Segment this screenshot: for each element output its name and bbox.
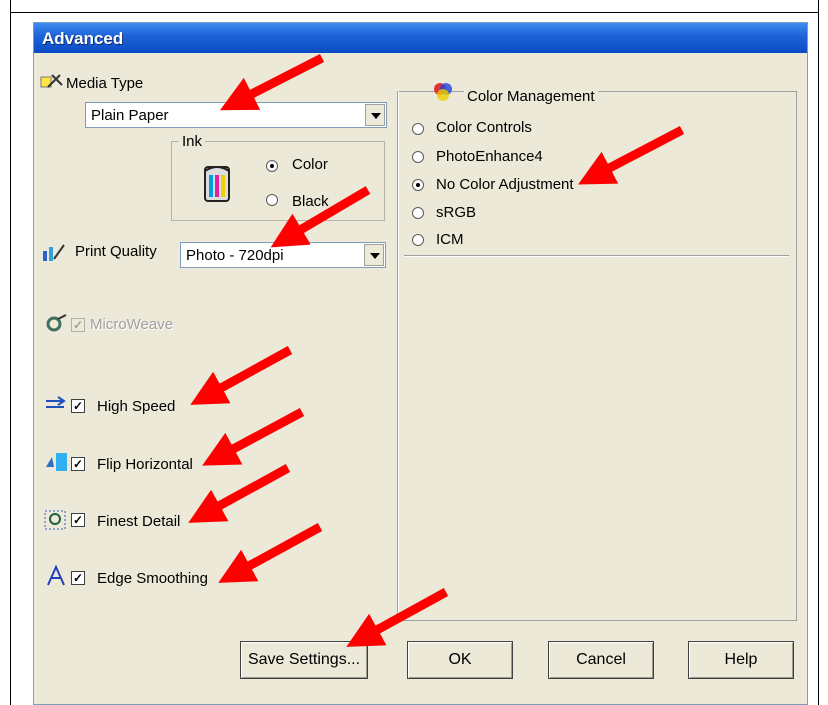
color-management-separator — [404, 255, 789, 257]
finest-detail-label: Finest Detail — [97, 513, 181, 530]
print-quality-value: Photo - 720dpi — [186, 247, 284, 264]
ok-button[interactable]: OK — [407, 641, 513, 679]
finest-detail-checkbox[interactable]: ✓ — [71, 513, 85, 527]
advanced-dialog: Advanced Media Type Plain Paper Ink Colo… — [33, 22, 808, 705]
print-quality-select[interactable]: Photo - 720dpi — [180, 242, 386, 268]
frame-right-border — [818, 0, 819, 705]
srgb-radio[interactable] — [412, 207, 424, 219]
save-settings-button[interactable]: Save Settings... — [240, 641, 368, 679]
icm-label: ICM — [436, 231, 464, 248]
ink-color-label: Color — [292, 156, 328, 173]
flip-horizontal-label: Flip Horizontal — [97, 456, 193, 473]
high-speed-label: High Speed — [97, 398, 176, 415]
edge-smoothing-checkbox[interactable]: ✓ — [71, 571, 85, 585]
dialog-title: Advanced — [42, 29, 124, 48]
photoenhance-radio[interactable] — [412, 151, 424, 163]
color-management-panel — [397, 91, 797, 621]
frame-left-border — [10, 0, 11, 705]
color-controls-radio[interactable] — [412, 123, 424, 135]
color-management-icon — [434, 83, 452, 101]
microweave-icon — [46, 314, 67, 332]
no-color-adjustment-label: No Color Adjustment — [436, 176, 574, 193]
ink-group-label: Ink — [179, 133, 206, 150]
srgb-label: sRGB — [436, 204, 477, 221]
icm-radio[interactable] — [412, 234, 424, 246]
ink-color-radio[interactable] — [266, 160, 278, 172]
color-management-label: Color Management — [464, 88, 598, 105]
help-button[interactable]: Help — [688, 641, 794, 679]
finest-detail-icon — [44, 510, 66, 530]
high-speed-icon — [46, 396, 66, 408]
edge-smoothing-label: Edge Smoothing — [97, 570, 208, 587]
no-color-adjustment-radio[interactable] — [412, 179, 424, 191]
print-quality-icon — [43, 244, 65, 261]
chevron-down-icon[interactable] — [364, 244, 384, 266]
media-type-icon — [40, 74, 63, 88]
color-controls-label: Color Controls — [436, 119, 532, 136]
media-type-label: Media Type — [66, 75, 144, 92]
ink-black-label: Black — [292, 193, 329, 210]
high-speed-checkbox[interactable]: ✓ — [71, 399, 85, 413]
microweave-label: MicroWeave — [90, 316, 174, 333]
media-type-select[interactable]: Plain Paper — [85, 102, 387, 128]
panel-divider — [397, 91, 399, 621]
title-bar[interactable]: Advanced — [34, 23, 807, 53]
chevron-down-icon[interactable] — [365, 104, 385, 126]
media-type-value: Plain Paper — [91, 107, 169, 124]
edge-smoothing-icon — [47, 565, 65, 586]
flip-horizontal-checkbox[interactable]: ✓ — [71, 457, 85, 471]
frame-top-border — [10, 12, 819, 13]
photoenhance-label: PhotoEnhance4 — [436, 148, 543, 165]
flip-horizontal-icon — [46, 453, 67, 471]
cancel-button[interactable]: Cancel — [548, 641, 654, 679]
ink-black-radio[interactable] — [266, 194, 278, 206]
ink-cartridge-icon — [204, 166, 230, 202]
microweave-checkbox[interactable]: ✓ — [71, 318, 85, 332]
print-quality-label: Print Quality — [75, 243, 157, 260]
